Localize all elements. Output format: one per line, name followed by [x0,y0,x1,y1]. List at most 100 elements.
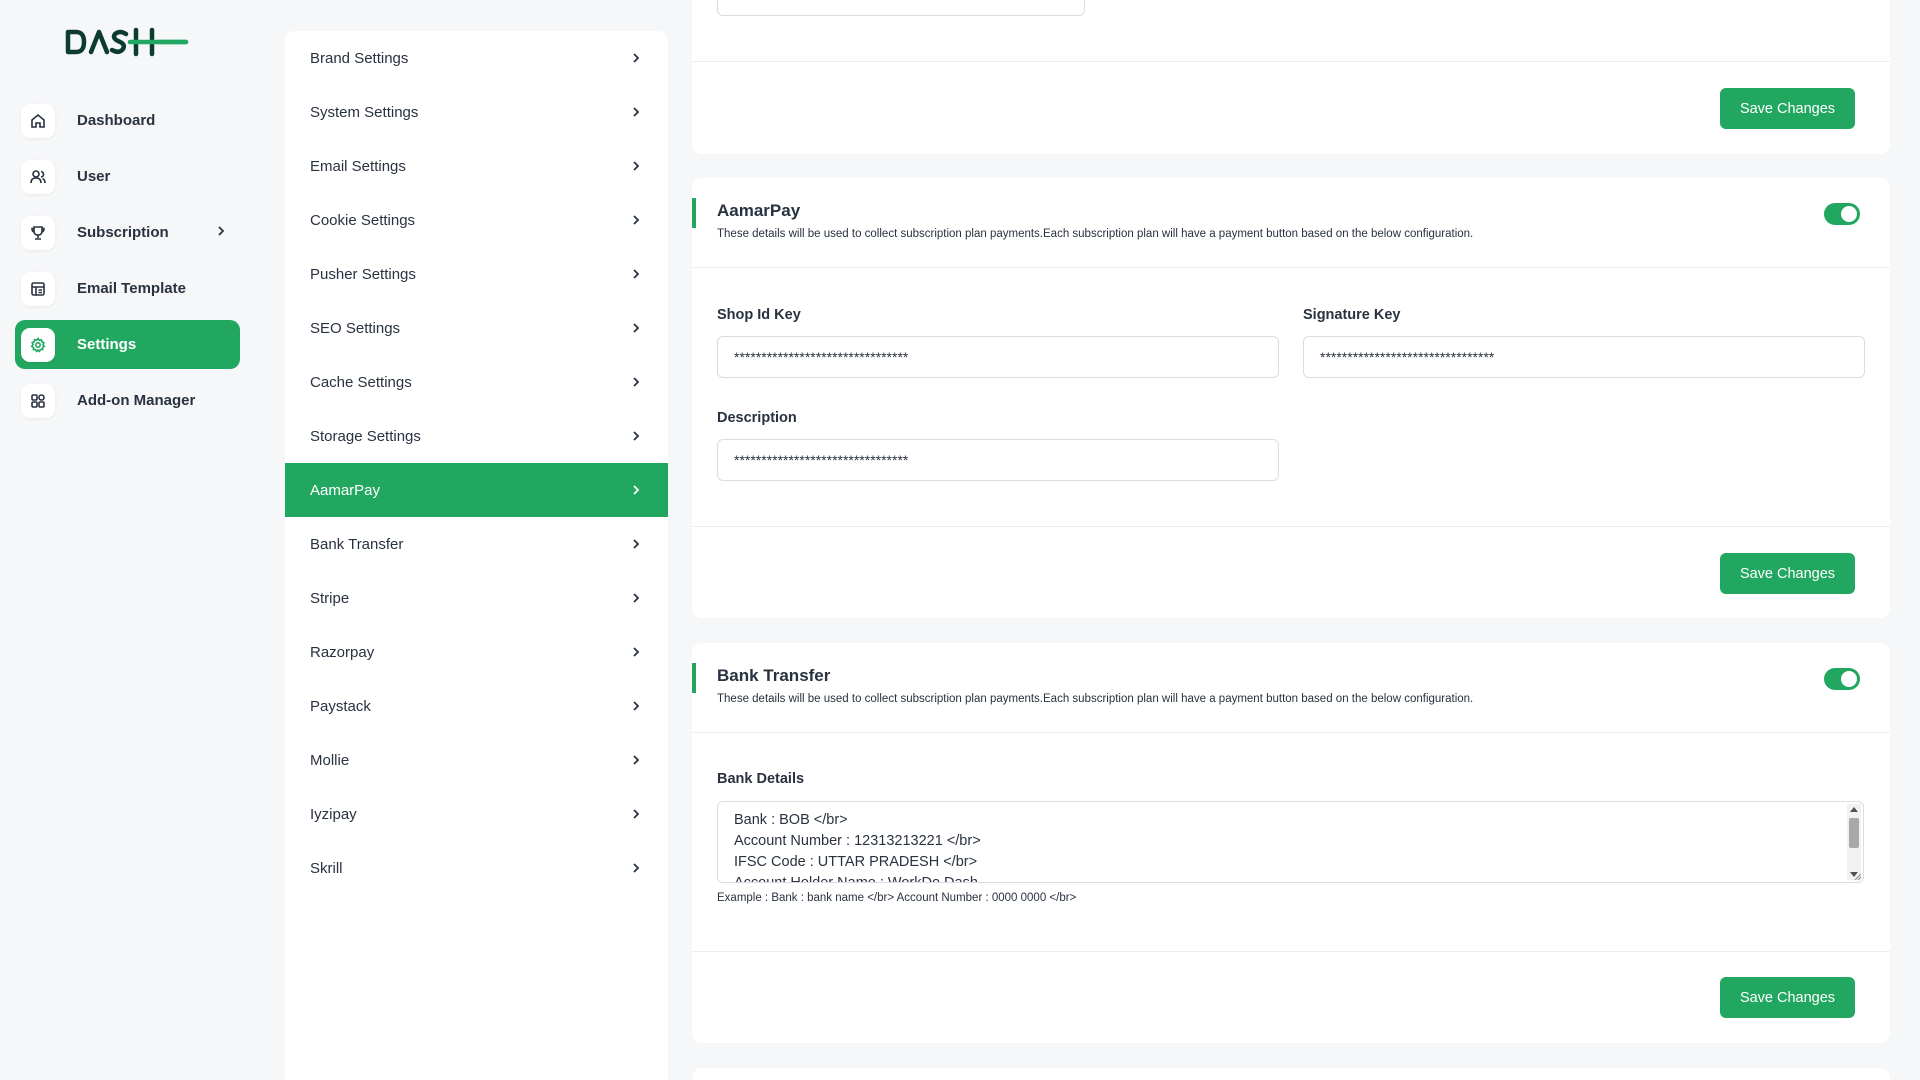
menu-item-label: Razorpay [310,643,375,661]
menu-item-label: Storage Settings [310,427,421,445]
aamarpay-enable-toggle[interactable] [1824,203,1860,225]
chevron-right-icon [633,107,640,117]
settings-menu-item-storage[interactable]: Storage Settings [285,409,668,463]
settings-menu-item-stripe[interactable]: Stripe [285,571,668,625]
bank-transfer-enable-toggle[interactable] [1824,668,1860,690]
menu-item-label: Skrill [310,859,343,877]
chevron-right-icon [633,485,640,495]
menu-item-label: Cache Settings [310,373,412,391]
settings-menu-item-pusher[interactable]: Pusher Settings [285,247,668,301]
menu-item-label: Stripe [310,589,350,607]
chevron-right-icon [633,863,640,873]
chevron-right-icon [633,809,640,819]
next-settings-card [692,1068,1890,1080]
menu-item-label: Cookie Settings [310,211,416,229]
settings-menu-item-aamarpay[interactable]: AamarPay [285,463,668,517]
scrollbar-thumb[interactable] [1849,818,1859,848]
sidebar-item-dashboard[interactable]: Dashboard [15,96,240,145]
menu-item-label: Iyzipay [310,805,357,823]
sidebar-item-settings[interactable]: Settings [15,320,240,369]
sidebar-item-label: Add-on Manager [77,392,196,409]
scroll-up-icon[interactable] [1850,807,1858,812]
bank-details-line: IFSC Code : UTTAR PRADESH </br> [734,854,978,870]
grid-icon [21,383,55,418]
bank-details-example-hint: Example : Bank : bank name </br> Account… [717,892,1077,904]
chevron-right-icon [633,755,640,765]
settings-menu-item-system[interactable]: System Settings [285,85,668,139]
card-divider [692,526,1890,527]
chevron-right-icon [633,701,640,711]
gear-icon [21,327,55,362]
sidebar-item-label: Dashboard [77,112,156,129]
bank-details-line: Account Holder Name : WorkDo Dash [734,875,978,883]
home-icon [21,103,55,138]
sidebar-item-email-template[interactable]: Email Template [15,264,240,313]
card-accent-bar [692,198,696,228]
menu-item-label: Mollie [310,751,350,769]
menu-item-label: AamarPay [310,481,381,499]
aamarpay-settings-card: AamarPay These details will be used to c… [692,178,1890,618]
settings-menu-item-razorpay[interactable]: Razorpay [285,625,668,679]
sidebar-item-user[interactable]: User [15,152,240,201]
chevron-right-icon [633,539,640,549]
settings-menu-item-email[interactable]: Email Settings [285,139,668,193]
sidebar: Dashboard User Subscription Email Templa… [0,0,255,1080]
bank-details-textarea[interactable]: Bank : BOB </br> Account Number : 123132… [717,801,1864,883]
chevron-right-icon [633,593,640,603]
menu-item-label: Brand Settings [310,49,409,67]
card-header: Bank Transfer These details will be used… [692,643,1890,733]
chevron-right-icon [633,269,640,279]
card-accent-bar [692,663,696,693]
chevron-right-icon [633,377,640,387]
card-divider [692,61,1890,62]
bank-transfer-settings-card: Bank Transfer These details will be used… [692,643,1890,1043]
chevron-right-icon [633,431,640,441]
menu-item-label: Email Settings [310,157,406,175]
signature-key-field[interactable]: ******************************** [1303,336,1865,378]
shop-id-key-label: Shop Id Key [717,307,801,323]
menu-item-label: SEO Settings [310,319,401,337]
sidebar-item-addon-manager[interactable]: Add-on Manager [15,376,240,425]
shop-id-key-field[interactable]: ******************************** [717,336,1279,378]
description-field[interactable]: ******************************** [717,439,1279,481]
sidebar-item-subscription[interactable]: Subscription [15,208,240,257]
chevron-right-icon [633,323,640,333]
resize-grip-icon[interactable] [1852,871,1862,881]
card-title: Bank Transfer [717,666,831,685]
settings-menu-item-cache[interactable]: Cache Settings [285,355,668,409]
menu-item-label: System Settings [310,103,419,121]
users-icon [21,159,55,194]
description-label: Description [717,410,797,426]
card-divider [692,951,1890,952]
signature-key-label: Signature Key [1303,307,1401,323]
sidebar-nav: Dashboard User Subscription Email Templa… [15,96,240,432]
chevron-right-icon [633,161,640,171]
brand-logo[interactable] [64,26,190,58]
chevron-right-icon [214,224,228,238]
settings-menu: Brand Settings System Settings Email Set… [285,31,668,1080]
card-header: AamarPay These details will be used to c… [692,178,1890,268]
bank-details-label: Bank Details [717,771,805,787]
save-button[interactable]: Save Changes [1720,553,1855,594]
save-button[interactable]: Save Changes [1720,977,1855,1018]
card-description: These details will be used to collect su… [717,228,1474,240]
menu-item-label: Paystack [310,697,371,715]
menu-item-label: Bank Transfer [310,535,404,553]
sidebar-item-label: Settings [77,336,137,353]
chevron-right-icon [633,647,640,657]
save-button[interactable]: Save Changes [1720,88,1855,129]
sidebar-item-label: Subscription [77,224,169,241]
settings-menu-item-brand[interactable]: Brand Settings [285,31,668,85]
settings-menu-item-paystack[interactable]: Paystack [285,679,668,733]
previous-settings-input[interactable] [717,0,1085,16]
settings-menu-item-mollie[interactable]: Mollie [285,733,668,787]
settings-menu-item-cookie[interactable]: Cookie Settings [285,193,668,247]
previous-settings-card: Save Changes [692,0,1890,154]
settings-menu-item-bank-transfer[interactable]: Bank Transfer [285,517,668,571]
textarea-scrollbar[interactable] [1847,804,1861,880]
settings-menu-item-iyzipay[interactable]: Iyzipay [285,787,668,841]
settings-menu-item-skrill[interactable]: Skrill [285,841,668,895]
template-icon [21,271,55,306]
trophy-icon [21,215,55,250]
settings-menu-item-seo[interactable]: SEO Settings [285,301,668,355]
